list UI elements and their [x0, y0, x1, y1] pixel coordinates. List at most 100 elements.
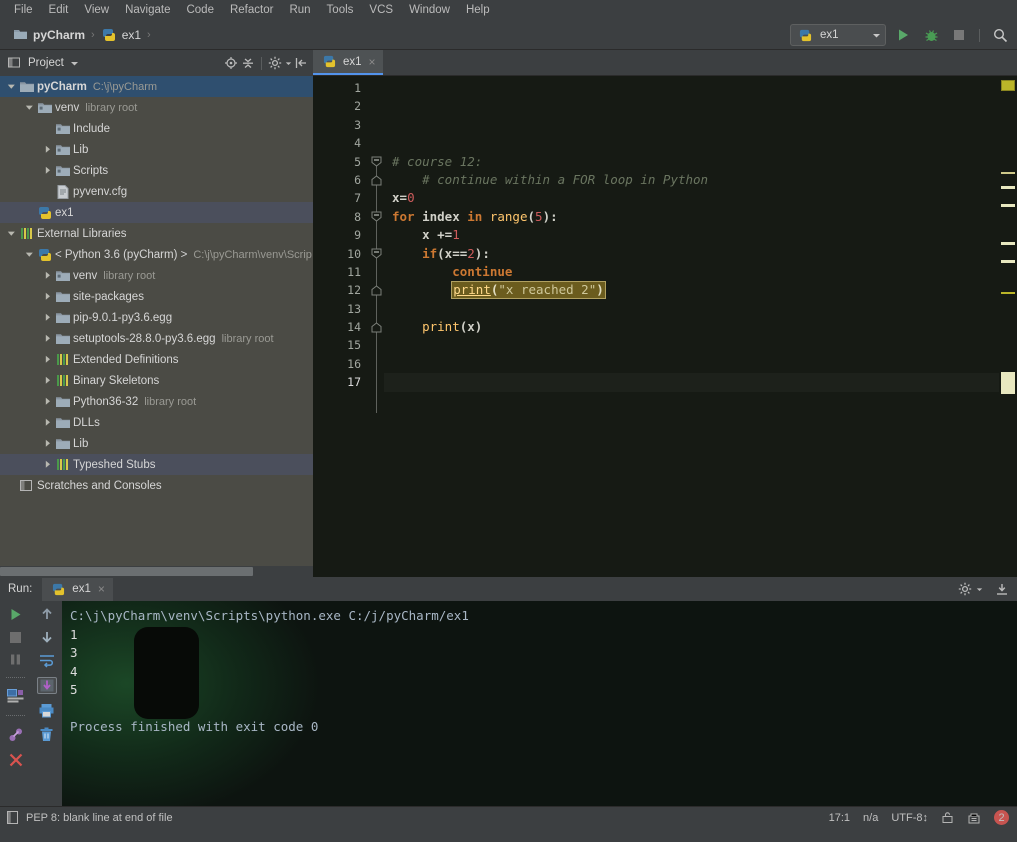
tree-item-ex1[interactable]: ex1 — [0, 202, 313, 223]
run-configuration-selector[interactable]: ex1 — [790, 24, 886, 46]
status-toggle-icon[interactable] — [6, 811, 19, 824]
tree-item-pyvenv-cfg[interactable]: pyvenv.cfg — [0, 181, 313, 202]
code-line[interactable] — [384, 355, 999, 373]
collapse-all-icon[interactable] — [241, 56, 255, 70]
locate-icon[interactable] — [224, 56, 238, 70]
chevron-down-icon[interactable] — [4, 82, 18, 91]
code-line[interactable] — [384, 97, 999, 115]
tree-item-pip-9-0-1-py3-6-egg[interactable]: pip-9.0.1-py3.6.egg — [0, 307, 313, 328]
stop-icon[interactable] — [9, 631, 22, 644]
tree-item-python36-32[interactable]: Python36-32 library root — [0, 391, 313, 412]
caret-position[interactable]: 17:1 — [829, 812, 850, 824]
chevron-right-icon[interactable] — [40, 145, 54, 154]
scroll-to-end-icon[interactable] — [36, 677, 57, 694]
menu-item-code[interactable]: Code — [178, 2, 222, 18]
menu-item-run[interactable]: Run — [281, 2, 318, 18]
settings-icon[interactable] — [268, 56, 282, 70]
chevron-down-icon[interactable] — [285, 60, 292, 67]
code-line[interactable]: continue — [384, 263, 999, 281]
menu-item-file[interactable]: File — [6, 2, 41, 18]
error-count-badge[interactable]: 2 — [994, 810, 1009, 825]
error-stripe-mark[interactable] — [1001, 372, 1015, 394]
menu-item-edit[interactable]: Edit — [41, 2, 77, 18]
code-line[interactable]: if(x==2): — [384, 245, 999, 263]
chevron-right-icon[interactable] — [40, 460, 54, 469]
fold-marker-minus[interactable] — [370, 245, 383, 263]
scrollbar-thumb[interactable] — [0, 567, 253, 576]
chevron-right-icon[interactable] — [40, 355, 54, 364]
chevron-down-icon[interactable] — [872, 31, 881, 40]
run-tab-ex1[interactable]: ex1 × — [42, 577, 113, 601]
menu-item-view[interactable]: View — [76, 2, 117, 18]
menu-item-vcs[interactable]: VCS — [361, 2, 401, 18]
code-line[interactable] — [384, 300, 999, 318]
tree-item-external-libraries[interactable]: External Libraries — [0, 223, 313, 244]
close-icon[interactable]: × — [369, 55, 376, 69]
code-line[interactable]: print("x reached 2") — [384, 281, 999, 300]
run-button[interactable] — [892, 24, 914, 46]
code-line[interactable] — [384, 373, 999, 392]
code-line[interactable]: for index in range(5): — [384, 208, 999, 226]
chevron-right-icon[interactable] — [40, 271, 54, 280]
error-stripe-mark[interactable] — [1001, 80, 1015, 91]
code-content[interactable]: # course 12: # continue within a FOR loo… — [384, 76, 999, 577]
tree-item-site-packages[interactable]: site-packages — [0, 286, 313, 307]
chevron-right-icon[interactable] — [40, 439, 54, 448]
tree-item-pycharm[interactable]: pyCharm C:\j\pyCharm — [0, 76, 313, 97]
tree-item-setuptools-28-8-0-py3-6-egg[interactable]: setuptools-28.8.0-py3.6.egg library root — [0, 328, 313, 349]
menu-item-tools[interactable]: Tools — [319, 2, 362, 18]
tree-item-python-3-6-pycharm[interactable]: < Python 3.6 (pyCharm) > C:\j\pyCharm\ven… — [0, 244, 313, 265]
error-stripe-mark[interactable] — [1001, 172, 1015, 174]
code-line[interactable] — [384, 116, 999, 134]
project-tree-horizontal-scrollbar[interactable] — [0, 566, 313, 577]
tree-item-venv[interactable]: venv library root — [0, 97, 313, 118]
console-output[interactable]: C:\j\pyCharm\venv\Scripts\python.exe C:/… — [62, 601, 1017, 806]
error-stripe-mark[interactable] — [1001, 260, 1015, 263]
tree-item-binary-skeletons[interactable]: Binary Skeletons — [0, 370, 313, 391]
tree-item-typeshed-stubs[interactable]: Typeshed Stubs — [0, 454, 313, 475]
fold-marker-end[interactable] — [370, 318, 383, 336]
error-stripe-marker-bar[interactable] — [999, 76, 1017, 577]
code-line[interactable] — [384, 336, 999, 354]
chevron-right-icon[interactable] — [40, 418, 54, 427]
fold-marker-minus[interactable] — [370, 153, 383, 171]
soft-wrap-icon[interactable] — [39, 653, 55, 668]
highlighted-code-fragment[interactable]: print("x reached 2") — [451, 281, 606, 300]
chevron-right-icon[interactable] — [40, 376, 54, 385]
chevron-down-icon[interactable] — [70, 59, 79, 68]
tree-item-include[interactable]: Include — [0, 118, 313, 139]
code-line[interactable] — [384, 134, 999, 152]
breadcrumb-project[interactable]: pyCharm — [8, 26, 89, 44]
tree-item-scratches-and-consoles[interactable]: Scratches and Consoles — [0, 475, 313, 496]
chevron-right-icon[interactable] — [40, 397, 54, 406]
chevron-right-icon[interactable] — [40, 334, 54, 343]
error-stripe-mark[interactable] — [1001, 242, 1015, 245]
fold-marker-minus[interactable] — [370, 208, 383, 226]
menu-item-window[interactable]: Window — [401, 2, 458, 18]
hide-panel-icon[interactable] — [995, 582, 1009, 596]
menu-item-refactor[interactable]: Refactor — [222, 2, 281, 18]
fold-marker-end[interactable] — [370, 171, 383, 189]
hide-panel-icon[interactable] — [295, 56, 309, 70]
tree-item-lib[interactable]: Lib — [0, 433, 313, 454]
lock-icon[interactable] — [941, 811, 954, 824]
trash-icon[interactable] — [39, 727, 54, 742]
tree-item-scripts[interactable]: Scripts — [0, 160, 313, 181]
editor-tab-ex1[interactable]: ex1 × — [313, 50, 383, 75]
attach-icon[interactable] — [8, 727, 24, 743]
error-stripe-mark[interactable] — [1001, 292, 1015, 294]
chevron-down-icon[interactable] — [22, 103, 36, 112]
settings-icon[interactable] — [958, 582, 972, 596]
project-tree[interactable]: pyCharm C:\j\pyCharm venv library root Inclu… — [0, 76, 313, 566]
console-view-icon[interactable] — [7, 689, 24, 704]
error-stripe-mark[interactable] — [1001, 186, 1015, 189]
tree-item-extended-definitions[interactable]: Extended Definitions — [0, 349, 313, 370]
code-line[interactable]: x +=1 — [384, 226, 999, 244]
chevron-right-icon[interactable] — [40, 313, 54, 322]
tree-item-lib[interactable]: Lib — [0, 139, 313, 160]
file-encoding[interactable]: UTF-8↕ — [891, 812, 928, 824]
pause-icon[interactable] — [9, 653, 22, 666]
menu-item-help[interactable]: Help — [458, 2, 498, 18]
error-stripe-mark[interactable] — [1001, 204, 1015, 207]
chevron-down-icon[interactable] — [22, 250, 36, 259]
